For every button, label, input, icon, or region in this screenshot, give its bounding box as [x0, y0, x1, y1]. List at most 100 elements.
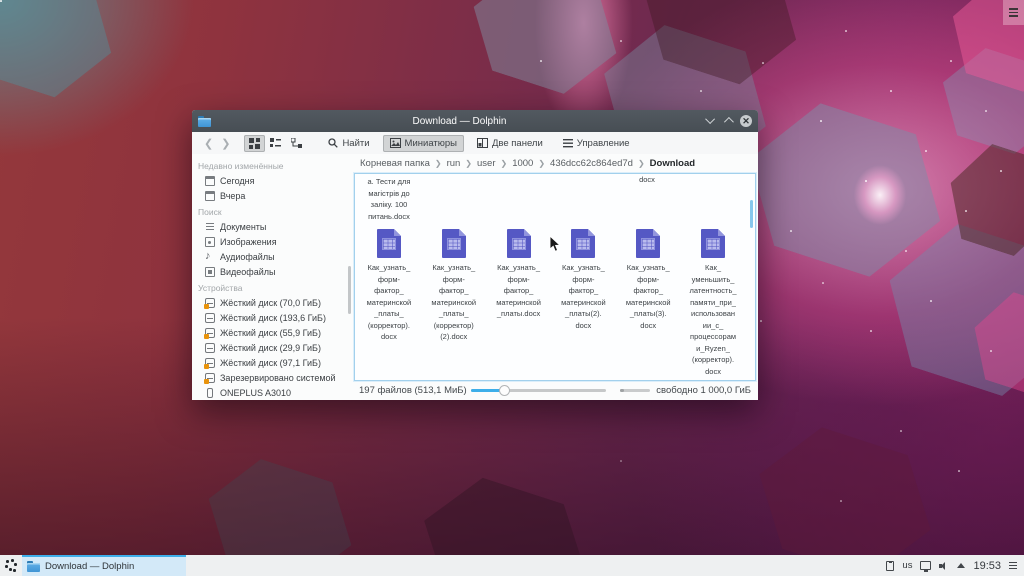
taskbar-task-dolphin[interactable]: Download — Dolphin	[22, 555, 186, 576]
docx-file-icon	[442, 229, 466, 258]
find-button[interactable]: Найти	[321, 135, 376, 152]
breadcrumb: Корневая папка ❯ run ❯ user ❯ 1000 ❯ 436…	[352, 154, 758, 173]
tree-view-button[interactable]	[286, 135, 307, 152]
sidebar-item[interactable]: Поиск	[192, 203, 352, 219]
tray-expander-icon[interactable]	[957, 563, 965, 568]
sidebar-item-label: Жёсткий диск (29,9 ГиБ)	[220, 343, 321, 353]
breadcrumb-item[interactable]: user	[477, 158, 495, 169]
taskbar: Download — Dolphin us 19:53	[0, 555, 1024, 576]
sidebar-item[interactable]: Жёсткий диск (193,6 ГиБ)	[192, 310, 352, 325]
app-launcher-button[interactable]	[0, 555, 22, 576]
breadcrumb-item[interactable]: 436dcc62c864ed7d	[550, 158, 633, 169]
mouse-cursor	[549, 236, 561, 254]
sidebar-item[interactable]: Недавно изменённые	[192, 157, 352, 173]
sidebar-item-label: Изображения	[220, 237, 277, 247]
sidebar-item[interactable]: Сегодня	[192, 173, 352, 188]
sidebar-item-label: ONEPLUS A3010	[220, 388, 291, 398]
clock[interactable]: 19:53	[973, 560, 1001, 572]
sidebar-item[interactable]: Зарезервировано системой	[192, 370, 352, 385]
breadcrumb-separator-icon: ❯	[465, 159, 472, 168]
search-icon	[328, 138, 338, 148]
hamburger-icon	[563, 139, 573, 148]
details-view-button[interactable]	[265, 135, 286, 152]
volume-tray-icon[interactable]	[939, 561, 949, 571]
clipboard-tray-icon[interactable]	[886, 561, 894, 571]
sidebar-item-icon	[205, 176, 215, 186]
sidebar-item[interactable]: Вчера	[192, 188, 352, 203]
file-name: Как_узнать_ форм- фактор_ материнской _п…	[496, 262, 541, 320]
file-view[interactable]: a. Тести для магістрів до заліку. 100 пи…	[354, 173, 756, 381]
minimize-button[interactable]	[708, 116, 715, 127]
sidebar-item[interactable]: Документы	[192, 219, 352, 234]
sidebar-item-label: Вчера	[220, 191, 245, 201]
breadcrumb-separator-icon: ❯	[435, 159, 442, 168]
file-name: Как_узнать_ форм- фактор_ материнской _п…	[367, 262, 412, 343]
close-button[interactable]: ✕	[740, 115, 752, 127]
mounted-badge-icon	[204, 304, 209, 309]
split-view-button[interactable]: Две панели	[470, 135, 550, 152]
status-bar: 197 файлов (513,1 МиБ) свободно 1 000,0 …	[352, 381, 758, 400]
file-item[interactable]: Как_узнать_ форм- фактор_ материнской _п…	[357, 229, 421, 377]
breadcrumb-item[interactable]: Download	[650, 158, 695, 169]
sidebar-item[interactable]: Изображения	[192, 234, 352, 249]
sidebar-item[interactable]: Жёсткий диск (55,9 ГиБ)	[192, 325, 352, 340]
thumbnails-label: Миниатюры	[405, 138, 457, 149]
breadcrumb-item[interactable]: Корневая папка	[360, 158, 430, 169]
file-item[interactable]: Как_узнать_ форм- фактор_ материнской _п…	[422, 229, 486, 377]
desktop-toolbox-button[interactable]	[1003, 0, 1024, 25]
back-button[interactable]: ❮	[200, 137, 217, 150]
find-label: Найти	[342, 138, 369, 149]
split-view-icon	[477, 138, 488, 148]
display-tray-icon[interactable]	[920, 561, 931, 570]
sidebar-item-label: Зарезервировано системой	[220, 373, 336, 383]
sidebar-item[interactable]: Видеофайлы	[192, 264, 352, 279]
file-item[interactable]: Как_узнать_ форм- фактор_ материнской _п…	[487, 229, 551, 377]
panel-menu-icon[interactable]	[1009, 562, 1017, 569]
sidebar-item-label: Аудиофайлы	[220, 252, 275, 262]
zoom-slider[interactable]	[471, 389, 606, 392]
sidebar-item-icon	[205, 252, 215, 262]
sidebar-scrollbar[interactable]	[348, 266, 351, 314]
details-view-icon	[270, 138, 281, 149]
free-space-label: свободно 1 000,0 ГиБ	[656, 385, 751, 396]
sidebar-item[interactable]: Устройства	[192, 279, 352, 295]
control-menu-button[interactable]: Управление	[556, 135, 637, 152]
file-item[interactable]: Как_узнать_ форм- фактор_ материнской _п…	[616, 229, 680, 377]
sidebar-item[interactable]: Жёсткий диск (29,9 ГиБ)	[192, 340, 352, 355]
mounted-badge-icon	[204, 379, 209, 384]
breadcrumb-separator-icon: ❯	[500, 159, 507, 168]
places-panel: Недавно изменённые Сегодня	[192, 154, 352, 400]
docx-file-icon	[507, 229, 531, 258]
file-item[interactable]: Как_ уменьшить_ латентность_ памяти_при_…	[681, 229, 745, 377]
sidebar-item-label: Сегодня	[220, 176, 255, 186]
sidebar-item-label: Поиск	[198, 207, 222, 217]
file-count-label: 197 файлов (513,1 МиБ)	[359, 385, 467, 396]
icons-view-button[interactable]	[244, 135, 265, 152]
sidebar-item[interactable]: Аудиофайлы	[192, 249, 352, 264]
zoom-slider-handle[interactable]	[499, 385, 510, 396]
titlebar[interactable]: Download — Dolphin ✕	[192, 110, 758, 132]
breadcrumb-separator-icon: ❯	[538, 159, 545, 168]
keyboard-layout-indicator[interactable]: us	[902, 560, 912, 571]
file-item-fragment[interactable]: docx	[615, 175, 679, 184]
docx-file-icon	[377, 229, 401, 258]
toolbar: ❮ ❯ Найти Миниатюры	[192, 132, 758, 154]
sidebar-item[interactable]: Жёсткий диск (97,1 ГиБ)	[192, 355, 352, 370]
sidebar-item-icon	[205, 313, 215, 323]
thumbnails-button[interactable]: Миниатюры	[383, 135, 464, 152]
file-item[interactable]: Как_узнать_ форм- фактор_ материнской _п…	[551, 229, 615, 377]
mounted-badge-icon	[204, 334, 209, 339]
forward-button[interactable]: ❯	[217, 137, 234, 150]
sidebar-item[interactable]: ONEPLUS A3010	[192, 385, 352, 400]
task-label: Download — Dolphin	[45, 561, 134, 572]
sidebar-item-label: Документы	[220, 222, 266, 232]
breadcrumb-item[interactable]: run	[447, 158, 461, 169]
sidebar-item-icon	[205, 237, 215, 247]
breadcrumb-item[interactable]: 1000	[512, 158, 533, 169]
sidebar-item-label: Недавно изменённые	[198, 161, 284, 171]
maximize-button[interactable]	[724, 116, 731, 127]
sidebar-item[interactable]: Жёсткий диск (70,0 ГиБ)	[192, 295, 352, 310]
fileview-scrollbar[interactable]	[750, 200, 753, 228]
sidebar-item-label: Жёсткий диск (97,1 ГиБ)	[220, 358, 321, 368]
file-item[interactable]: a. Тести для магістрів до заліку. 100 пи…	[357, 176, 421, 222]
